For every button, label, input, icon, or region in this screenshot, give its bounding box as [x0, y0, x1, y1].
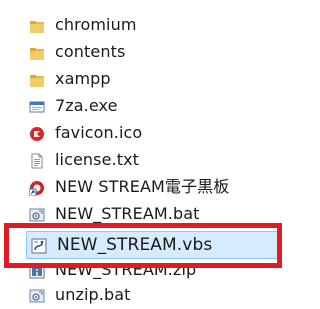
file-list: chromium contents xampp 7za.exe favicon.… — [0, 0, 288, 309]
file-name: xampp — [55, 69, 111, 88]
file-row-favicon-ico[interactable]: favicon.ico — [24, 121, 278, 145]
ico-red-icon — [30, 127, 44, 141]
file-row-unzip-bat[interactable]: unzip.bat — [24, 283, 278, 307]
file-name: chromium — [55, 15, 137, 34]
folder-icon — [30, 21, 44, 33]
zip-file-icon — [29, 263, 45, 279]
text-file-icon — [31, 153, 43, 169]
file-name: favicon.ico — [55, 123, 143, 142]
folder-icon — [30, 75, 44, 87]
shortcut-app-icon — [29, 181, 44, 196]
batch-file-icon — [29, 289, 45, 303]
file-row-contents[interactable]: contents — [24, 40, 278, 64]
file-name: NEW_STREAM.zip — [55, 260, 197, 279]
file-name: license.txt — [55, 150, 140, 169]
file-row-new-stream-zip[interactable]: NEW_STREAM.zip — [24, 258, 278, 282]
file-row-new-stream-vbs[interactable]: NEW_STREAM.vbs — [26, 231, 280, 259]
file-name: NEW_STREAM.vbs — [57, 235, 213, 255]
file-name: unzip.bat — [55, 285, 131, 304]
file-name: 7za.exe — [55, 96, 118, 115]
file-row-xampp[interactable]: xampp — [24, 67, 278, 91]
file-row-new-stream-shortcut[interactable]: NEW STREAM電子黒板 — [24, 175, 278, 199]
folder-icon — [30, 48, 44, 60]
file-name: NEW STREAM電子黒板 — [55, 177, 230, 196]
batch-file-icon — [29, 208, 45, 222]
file-row-chromium[interactable]: chromium — [24, 13, 278, 37]
file-row-license-txt[interactable]: license.txt — [24, 148, 278, 172]
exe-window-icon — [29, 101, 45, 113]
vbs-script-icon — [31, 238, 47, 254]
file-row-new-stream-bat[interactable]: NEW_STREAM.bat — [24, 202, 278, 226]
file-row-7za-exe[interactable]: 7za.exe — [24, 94, 278, 118]
file-name: contents — [55, 42, 126, 61]
file-name: NEW_STREAM.bat — [55, 204, 200, 223]
